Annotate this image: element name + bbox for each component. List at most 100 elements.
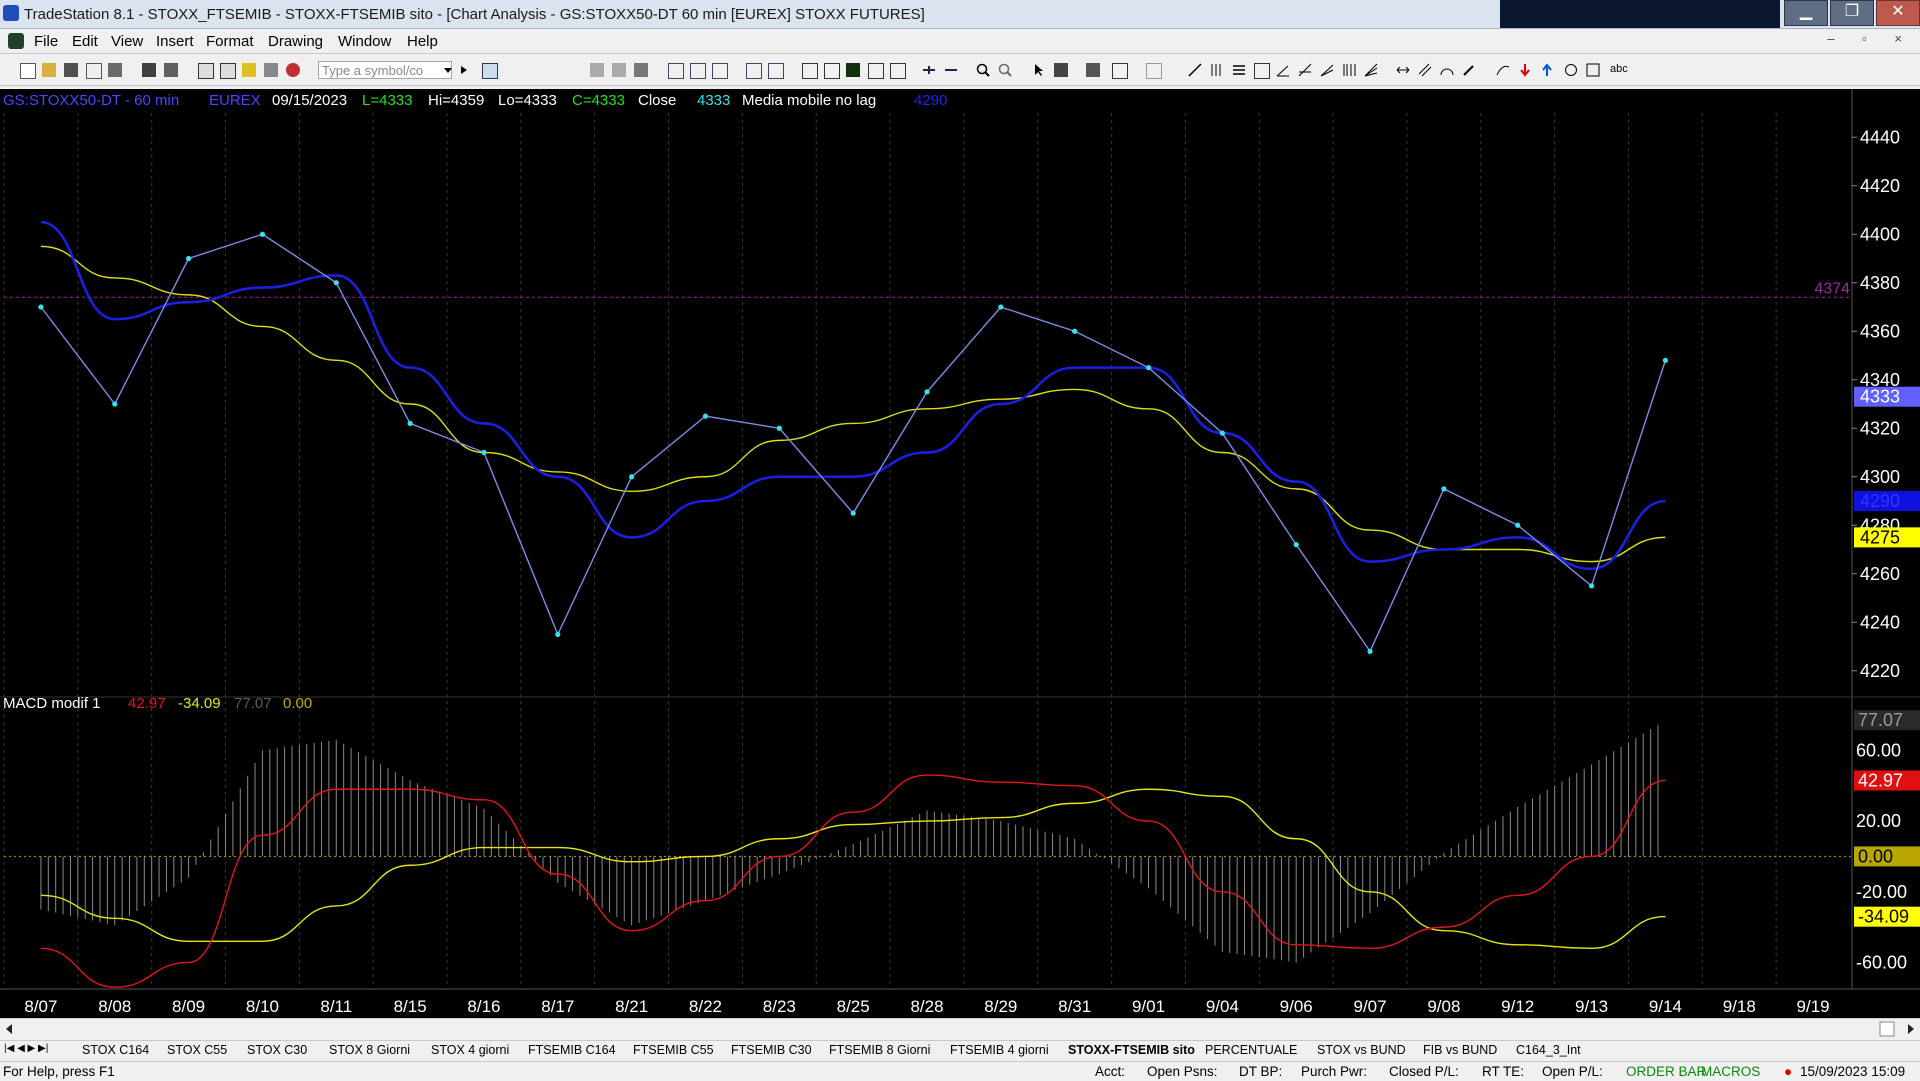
- pointer-icon[interactable]: [1032, 63, 1046, 77]
- mdi-window-controls[interactable]: – ▫ ×: [1827, 31, 1914, 46]
- close-price-point: [1145, 365, 1152, 371]
- radar-icon[interactable]: [846, 63, 860, 77]
- data-window-icon[interactable]: [746, 63, 762, 79]
- arrow-horizontal-icon[interactable]: [1396, 63, 1410, 77]
- vertical-lines-icon[interactable]: [1210, 63, 1224, 77]
- scroll-right-icon[interactable]: [1908, 1024, 1914, 1034]
- x-tick-label: 9/08: [1427, 997, 1460, 1016]
- menu-drawing[interactable]: Drawing: [268, 33, 323, 50]
- chart-analysis-window[interactable]: 4374 8/07 8/08 8/09 8/10 8/11 8/15 8/16 8/17 8/2…: [0, 89, 1920, 1024]
- flag-icon[interactable]: [1112, 63, 1128, 79]
- grid-icon[interactable]: [634, 63, 648, 77]
- x-tick-label: 8/16: [467, 997, 500, 1016]
- arrow-up-blue-icon[interactable]: [1540, 63, 1554, 77]
- close-button[interactable]: ✕: [1876, 0, 1920, 26]
- tools-icon[interactable]: [264, 63, 278, 77]
- tab-nav-arrows[interactable]: |◀ ◀ ▶ ▶|: [4, 1043, 48, 1054]
- indicators-icon[interactable]: [768, 63, 784, 79]
- window-link-2-icon[interactable]: [220, 63, 236, 79]
- angle-icon[interactable]: [1276, 63, 1290, 77]
- window-link-icon[interactable]: [198, 63, 214, 79]
- pencil-icon[interactable]: [1462, 63, 1476, 77]
- open-folder-icon[interactable]: [42, 63, 56, 77]
- bar-chart-icon[interactable]: [668, 63, 684, 79]
- chart-canvas[interactable]: 4374 8/07 8/08 8/09 8/10 8/11 8/15 8/16 8/17 8/2…: [0, 89, 1920, 1024]
- quote-icon[interactable]: [802, 63, 818, 79]
- bars-icon[interactable]: [890, 63, 906, 79]
- workspace-tab-bar: |◀ ◀ ▶ ▶| STOX C164 STOX C55 STOX C30 ST…: [0, 1040, 1920, 1061]
- tab-stoxx-ftsemib-sito[interactable]: STOXX-FTSEMIB sito: [1068, 1043, 1195, 1057]
- tab-stox-c30[interactable]: STOX C30: [247, 1043, 307, 1057]
- close-price-point: [333, 280, 339, 286]
- trendline-icon[interactable]: [1188, 63, 1202, 77]
- menu-edit[interactable]: Edit: [72, 33, 98, 50]
- tab-fib-vs-bund[interactable]: FIB vs BUND: [1423, 1043, 1497, 1057]
- status-order-bar[interactable]: ORDER BAR: [1626, 1064, 1706, 1079]
- speed-lines-icon[interactable]: [1320, 63, 1334, 77]
- text-tool-icon[interactable]: abc: [1610, 63, 1636, 77]
- tab-c164-3-int[interactable]: C164_3_Int: [1516, 1043, 1581, 1057]
- ellipse-icon[interactable]: [1564, 63, 1578, 77]
- scanner-icon[interactable]: [824, 63, 840, 79]
- menu-window[interactable]: Window: [338, 33, 391, 50]
- chart-layout-icon[interactable]: [590, 63, 604, 77]
- symbol-dropdown-icon[interactable]: [444, 63, 452, 77]
- tab-ftsemib-8-giorni[interactable]: FTSEMIB 8 Giorni: [829, 1043, 930, 1057]
- lock-icon[interactable]: [242, 63, 256, 77]
- menu-help[interactable]: Help: [407, 33, 438, 50]
- tab-stox-vs-bund[interactable]: STOX vs BUND: [1317, 1043, 1406, 1057]
- series-close-name: Close: [638, 92, 676, 109]
- zoom-in-horizontal-icon[interactable]: [922, 63, 936, 77]
- zoom-out-horizontal-icon[interactable]: [944, 63, 958, 77]
- candle-chart-icon[interactable]: [712, 63, 728, 79]
- time-zones-icon[interactable]: [1342, 63, 1356, 77]
- new-workspace-icon[interactable]: [86, 63, 102, 79]
- parallel-lines-icon[interactable]: [1418, 63, 1432, 77]
- freehand-icon[interactable]: [1496, 63, 1510, 77]
- chart-window-icon[interactable]: [8, 33, 24, 49]
- zoom-out-icon[interactable]: [998, 63, 1012, 77]
- menu-format[interactable]: Format: [206, 33, 254, 50]
- play-arrow-icon[interactable]: [460, 63, 468, 77]
- symbol-input[interactable]: Type a symbol/co: [318, 61, 452, 79]
- tab-ftsemib-4-giorni[interactable]: FTSEMIB 4 giorni: [950, 1043, 1049, 1057]
- menu-view[interactable]: View: [111, 33, 143, 50]
- horizontal-scrollbar[interactable]: [0, 1018, 1920, 1039]
- channel-icon[interactable]: [1254, 63, 1270, 79]
- maximize-button[interactable]: ❐: [1830, 0, 1874, 26]
- tab-ftsemib-c30[interactable]: FTSEMIB C30: [731, 1043, 812, 1057]
- tab-stox-c55[interactable]: STOX C55: [167, 1043, 227, 1057]
- format-tool-icon[interactable]: [1086, 63, 1100, 77]
- arc-icon[interactable]: [1440, 63, 1454, 77]
- scroll-left-icon[interactable]: [6, 1024, 12, 1034]
- gann-fan-icon[interactable]: [1364, 63, 1378, 77]
- select-tool-icon[interactable]: [1054, 63, 1068, 77]
- status-macros[interactable]: MACROS: [1701, 1064, 1760, 1079]
- matrix-icon[interactable]: [868, 63, 884, 79]
- save-workspace-icon[interactable]: [108, 63, 122, 77]
- disabled-tool-icon[interactable]: [1146, 63, 1162, 79]
- save-icon[interactable]: [64, 63, 78, 77]
- tab-stox-8-giorni[interactable]: STOX 8 Giorni: [329, 1043, 410, 1057]
- tab-ftsemib-c164[interactable]: FTSEMIB C164: [528, 1043, 616, 1057]
- find-symbol-icon[interactable]: [482, 63, 498, 79]
- new-file-icon[interactable]: [20, 63, 36, 79]
- print-icon[interactable]: [164, 63, 178, 77]
- tab-ftsemib-c55[interactable]: FTSEMIB C55: [633, 1043, 714, 1057]
- tab-stox-4-giorni[interactable]: STOX 4 giorni: [431, 1043, 509, 1057]
- horizontal-lines-icon[interactable]: [1232, 63, 1246, 77]
- menu-insert[interactable]: Insert: [156, 33, 194, 50]
- tab-percentuale[interactable]: PERCENTUALE: [1205, 1043, 1297, 1057]
- minimize-button[interactable]: ▁: [1784, 0, 1828, 26]
- line-chart-icon[interactable]: [690, 63, 706, 79]
- print-preview-icon[interactable]: [142, 63, 156, 77]
- chart-layout-2-icon[interactable]: [612, 63, 626, 77]
- rectangle-icon[interactable]: [1586, 63, 1600, 77]
- scroll-thumb[interactable]: [1879, 1021, 1895, 1037]
- zoom-in-icon[interactable]: [976, 63, 990, 77]
- tab-stox-c164[interactable]: STOX C164: [82, 1043, 149, 1057]
- menu-file[interactable]: File: [34, 33, 58, 50]
- arrow-down-red-icon[interactable]: [1518, 63, 1532, 77]
- fibonacci-icon[interactable]: [1298, 63, 1312, 77]
- indicator-icon[interactable]: [286, 63, 300, 77]
